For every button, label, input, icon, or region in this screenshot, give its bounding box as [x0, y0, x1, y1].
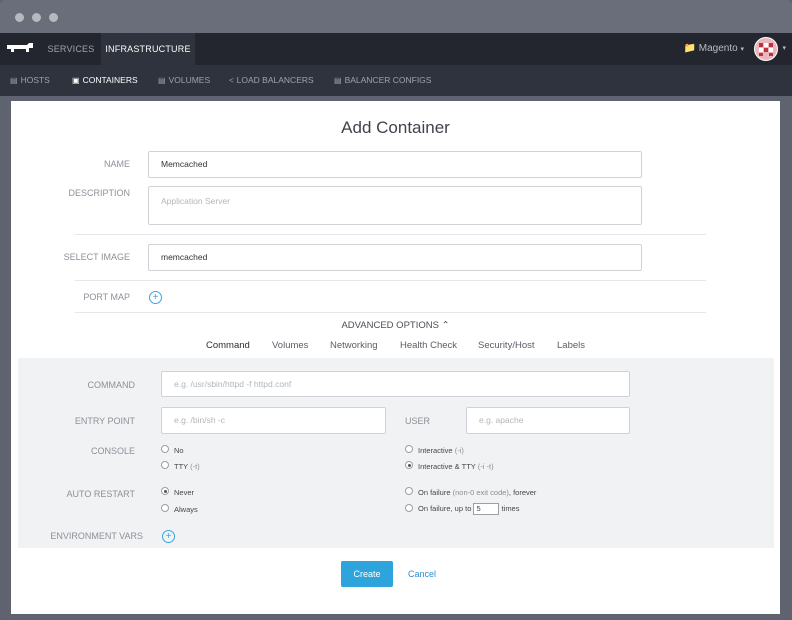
config-icon: ▤ — [334, 76, 342, 85]
subnav-volumes[interactable]: ▤ VOLUMES — [158, 65, 210, 96]
command-tab-panel: COMMAND e.g. /usr/sbin/httpd -f httpd.co… — [18, 358, 774, 548]
entry-point-input[interactable]: e.g. /bin/sh -c — [161, 407, 386, 434]
add-port-map-icon[interactable]: + — [149, 291, 162, 304]
user-label: USER — [405, 416, 431, 426]
close-window-dot[interactable] — [15, 13, 24, 22]
chevron-up-icon: ⌃ — [441, 320, 450, 331]
user-input[interactable]: e.g. apache — [466, 407, 630, 434]
volume-icon: ▤ — [158, 76, 166, 85]
console-interactive-tty-text: Interactive & TTY (-i -t) — [418, 462, 494, 471]
restart-on-failure-up-to-text: On failure, up to 5 times — [418, 503, 520, 515]
subnav-hosts[interactable]: ▤ HOSTS — [10, 65, 50, 96]
server-icon: ▤ — [10, 76, 18, 85]
entry-point-label: ENTRY POINT — [74, 416, 135, 426]
tab-volumes[interactable]: Volumes — [272, 338, 308, 359]
tab-security-host[interactable]: Security/Host — [478, 338, 535, 359]
environment-name: Magento — [698, 43, 738, 54]
environment-selector[interactable]: 📁 Magento ▾ — [684, 33, 744, 65]
container-icon: ▣ — [72, 76, 80, 85]
avatar-caret-icon[interactable]: ▾ — [782, 33, 786, 65]
tab-health-check[interactable]: Health Check — [400, 338, 457, 359]
folder-icon: 📁 — [683, 43, 696, 54]
description-placeholder: Application Server — [161, 196, 230, 206]
subnav-containers[interactable]: ▣ CONTAINERS — [72, 65, 138, 96]
restart-on-failure-forever-text: On failure (non-0 exit code), forever — [418, 488, 537, 497]
environment-vars-label: ENVIRONMENT VARS — [50, 531, 143, 541]
name-label: NAME — [103, 159, 130, 169]
tab-labels[interactable]: Labels — [557, 338, 585, 359]
page-title: Add Container — [341, 118, 450, 137]
console-label: CONSOLE — [90, 446, 135, 456]
cancel-button[interactable]: Cancel — [408, 561, 436, 587]
window-titlebar — [0, 0, 792, 33]
top-navigation: SERVICES INFRASTRUCTURE 📁 Magento ▾ ▾ — [0, 33, 792, 65]
share-icon: < — [229, 76, 234, 85]
port-map-label: PORT MAP — [83, 292, 130, 302]
minimize-window-dot[interactable] — [32, 13, 41, 22]
console-interactive-radio[interactable] — [405, 445, 413, 453]
restart-on-failure-forever-radio[interactable] — [405, 487, 413, 495]
restart-always-text: Always — [174, 505, 198, 514]
description-label: DESCRIPTION — [68, 188, 130, 198]
browser-window: SERVICES INFRASTRUCTURE 📁 Magento ▾ ▾ ▤ H… — [0, 0, 792, 620]
tab-services[interactable]: SERVICES — [41, 33, 101, 65]
divider — [75, 312, 706, 313]
advanced-options-toggle[interactable]: ADVANCED OPTIONS ⌃ — [11, 320, 780, 331]
rancher-logo-icon[interactable] — [5, 42, 35, 56]
maximize-window-dot[interactable] — [49, 13, 58, 22]
subnav-load-balancers[interactable]: < LOAD BALANCERS — [229, 65, 314, 96]
command-input[interactable]: e.g. /usr/sbin/httpd -f httpd.conf — [161, 371, 630, 397]
add-container-card: Add Container NAME Memcached DESCRIPTION… — [11, 101, 780, 614]
add-environment-var-icon[interactable]: + — [162, 530, 175, 543]
console-interactive-tty-radio[interactable] — [405, 461, 413, 469]
infrastructure-subnav: ▤ HOSTS ▣ CONTAINERS ▤ VOLUMES < LOAD BALANC… — [0, 65, 792, 96]
select-image-label: SELECT IMAGE — [63, 252, 130, 262]
divider — [75, 234, 706, 235]
tab-infrastructure[interactable]: INFRASTRUCTURE — [101, 33, 195, 65]
image-input[interactable]: memcached — [148, 244, 642, 271]
divider — [75, 280, 706, 281]
command-label: COMMAND — [87, 380, 136, 390]
user-avatar[interactable] — [754, 37, 778, 61]
console-tty-text: TTY (-t) — [174, 462, 200, 471]
restart-never-radio[interactable] — [161, 487, 169, 495]
caret-down-icon: ▾ — [740, 46, 744, 53]
create-button[interactable]: Create — [341, 561, 393, 587]
auto-restart-label: AUTO RESTART — [66, 489, 135, 499]
restart-always-radio[interactable] — [161, 504, 169, 512]
console-tty-radio[interactable] — [161, 461, 169, 469]
restart-never-text: Never — [174, 488, 195, 497]
tab-networking[interactable]: Networking — [330, 338, 378, 359]
retry-count-input[interactable]: 5 — [473, 503, 500, 515]
console-no-radio[interactable] — [161, 445, 169, 453]
console-no-text: No — [174, 446, 184, 455]
description-textarea[interactable]: Application Server — [148, 186, 642, 225]
restart-on-failure-up-to-radio[interactable] — [405, 504, 413, 512]
console-interactive-text: Interactive (-i) — [418, 446, 464, 455]
advanced-tabs: Command Volumes Networking Health Check … — [11, 338, 780, 361]
subnav-balancer-configs[interactable]: ▤ BALANCER CONFIGS — [334, 65, 431, 96]
name-input[interactable]: Memcached — [148, 151, 642, 178]
